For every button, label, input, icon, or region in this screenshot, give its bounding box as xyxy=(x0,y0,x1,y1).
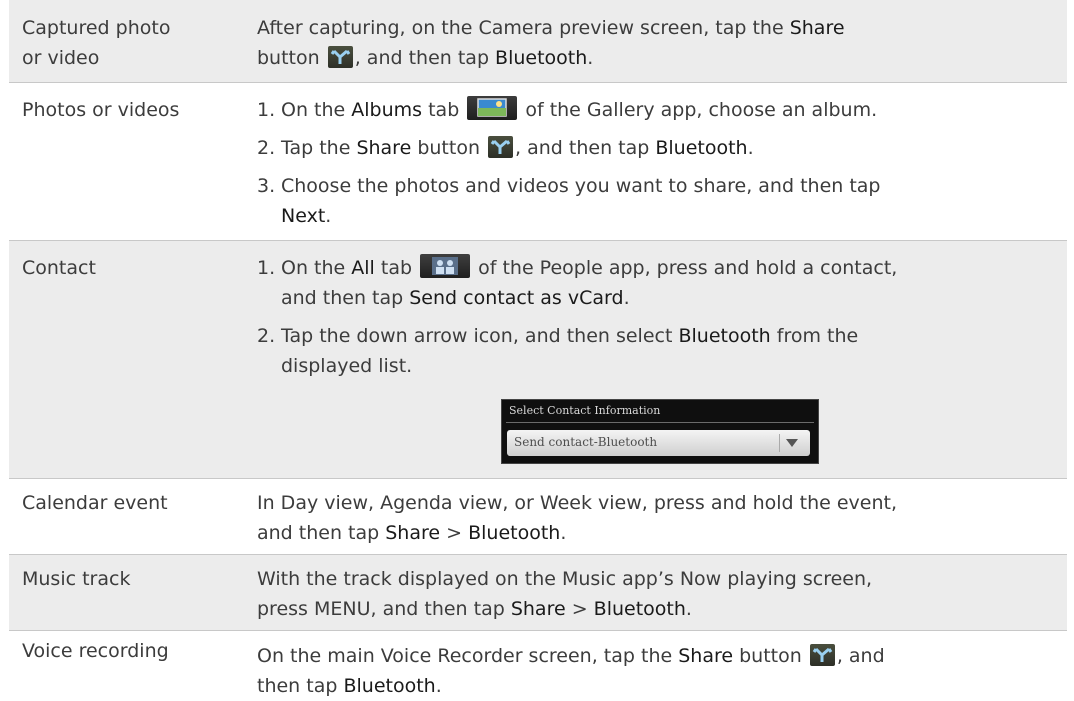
table-row: Photos or videos 1. On the Albums tab of… xyxy=(9,83,1067,240)
contact-info-screenshot: Select Contact Information Send contact-… xyxy=(501,399,819,464)
row-description: On the main Voice Recorder screen, tap t… xyxy=(257,644,885,697)
share-icon xyxy=(809,644,835,666)
row-label: Music track xyxy=(22,568,131,590)
list-item: 2. Tap the down arrow icon, and then sel… xyxy=(257,325,859,377)
share-icon xyxy=(488,136,514,158)
row-description: With the track displayed on the Music ap… xyxy=(257,568,873,620)
dropdown-arrow-icon xyxy=(779,434,804,452)
send-contact-select: Send contact-Bluetooth xyxy=(507,430,810,456)
table-row: Calendar event In Day view, Agenda view,… xyxy=(9,479,1067,554)
table-row: Captured photo or video After capturing,… xyxy=(9,0,1067,82)
table-row: Contact 1. On the All tab of the People … xyxy=(9,241,1067,478)
albums-tab-icon xyxy=(467,96,518,120)
row-description: After capturing, on the Camera preview s… xyxy=(257,17,845,69)
table-row: Voice recording On the main Voice Record… xyxy=(9,631,1067,697)
row-description: In Day view, Agenda view, or Week view, … xyxy=(257,492,898,544)
row-steps: 1. On the Albums tab of the Gallery app,… xyxy=(257,95,1057,231)
list-item: 3. Choose the photos and videos you want… xyxy=(257,175,881,227)
list-item: 1. On the All tab of the People app, pre… xyxy=(257,253,1057,313)
row-label: Calendar event xyxy=(22,492,168,514)
row-label: Captured photo or video xyxy=(22,17,171,69)
row-steps: 1. On the All tab of the People app, pre… xyxy=(257,253,1057,381)
row-label: Voice recording xyxy=(22,640,169,662)
share-icon xyxy=(327,46,353,68)
screenshot-title: Select Contact Information xyxy=(509,404,661,417)
row-label: Photos or videos xyxy=(22,99,180,121)
row-label: Contact xyxy=(22,257,96,279)
list-item: 2. Tap the Share button , and then tap B… xyxy=(257,136,754,159)
all-tab-icon xyxy=(420,254,471,278)
table-row: Music track With the track displayed on … xyxy=(9,555,1067,630)
list-item: 1. On the Albums tab of the Gallery app,… xyxy=(257,95,1057,125)
